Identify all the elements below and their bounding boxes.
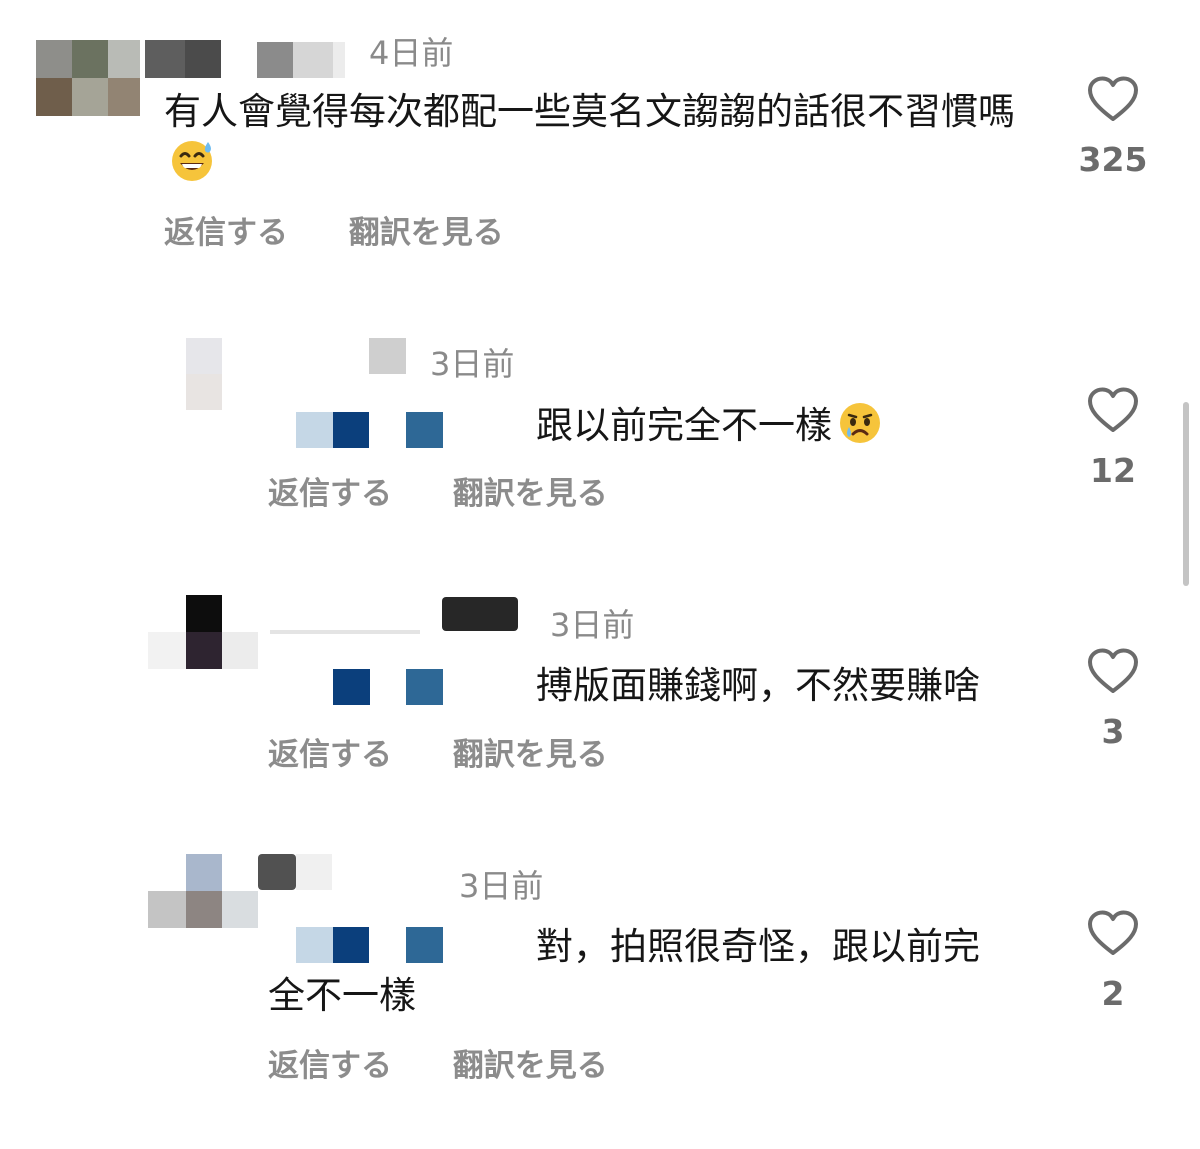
comment-actions: 返信する 翻訳を見る — [268, 474, 608, 514]
reply-button[interactable]: 返信する — [268, 735, 392, 775]
scrollbar[interactable] — [1183, 402, 1189, 586]
comment-time: 3日前 — [459, 867, 544, 905]
censored-avatar[interactable] — [148, 854, 260, 928]
comment-actions: 返信する 翻訳を見る — [268, 735, 608, 775]
translate-button[interactable]: 翻訳を見る — [349, 213, 504, 253]
smiling-face-with-sweat-icon — [168, 136, 216, 196]
comment-text: 有人會覺得每次都配一些莫名文謅謅的話很不習慣嗎 — [164, 87, 1024, 196]
comment-time: 4日前 — [369, 34, 454, 72]
censored-username[interactable] — [260, 597, 550, 707]
like-control: 12 — [1078, 387, 1148, 491]
crying-face-icon — [836, 398, 884, 458]
comment-text-content: 跟以前完全不一樣 — [536, 404, 832, 447]
reply-button[interactable]: 返信する — [164, 213, 288, 253]
translate-button[interactable]: 翻訳を見る — [453, 735, 608, 775]
censored-avatar[interactable] — [148, 595, 260, 669]
comment-text: 跟以前完全不一樣 — [536, 398, 1016, 458]
like-control: 325 — [1078, 76, 1148, 180]
reply-button[interactable]: 返信する — [268, 474, 392, 514]
reply-button[interactable]: 返信する — [268, 1046, 392, 1086]
like-count: 3 — [1101, 712, 1125, 751]
heart-icon[interactable] — [1087, 648, 1139, 694]
comment-text: 搏版面賺錢啊，不然要賺啥 — [536, 661, 1036, 710]
censored-username[interactable] — [296, 338, 446, 448]
comment-time: 3日前 — [550, 606, 635, 644]
heart-icon[interactable] — [1087, 387, 1139, 433]
like-control: 3 — [1078, 648, 1148, 752]
like-count: 2 — [1101, 974, 1125, 1013]
translate-button[interactable]: 翻訳を見る — [453, 474, 608, 514]
censored-username[interactable] — [145, 40, 360, 78]
comment-text-line-1: 對，拍照很奇怪，跟以前完 — [536, 925, 980, 968]
comment-actions: 返信する 翻訳を見る — [268, 1046, 608, 1086]
heart-icon[interactable] — [1087, 910, 1139, 956]
heart-icon[interactable] — [1087, 76, 1139, 122]
censored-username[interactable] — [258, 854, 448, 964]
translate-button[interactable]: 翻訳を見る — [453, 1046, 608, 1086]
like-count: 325 — [1078, 140, 1148, 179]
comment-text-content: 搏版面賺錢啊，不然要賺啥 — [536, 664, 980, 707]
like-count: 12 — [1090, 451, 1136, 490]
comment-time: 3日前 — [430, 345, 515, 383]
comment-text-line-2: 全不一樣 — [268, 974, 416, 1017]
like-control: 2 — [1078, 910, 1148, 1014]
censored-avatar[interactable] — [186, 338, 222, 410]
comment-actions: 返信する 翻訳を見る — [164, 213, 504, 253]
comment-text-content: 有人會覺得每次都配一些莫名文謅謅的話很不習慣嗎 — [164, 90, 1015, 133]
censored-avatar[interactable] — [36, 40, 140, 116]
